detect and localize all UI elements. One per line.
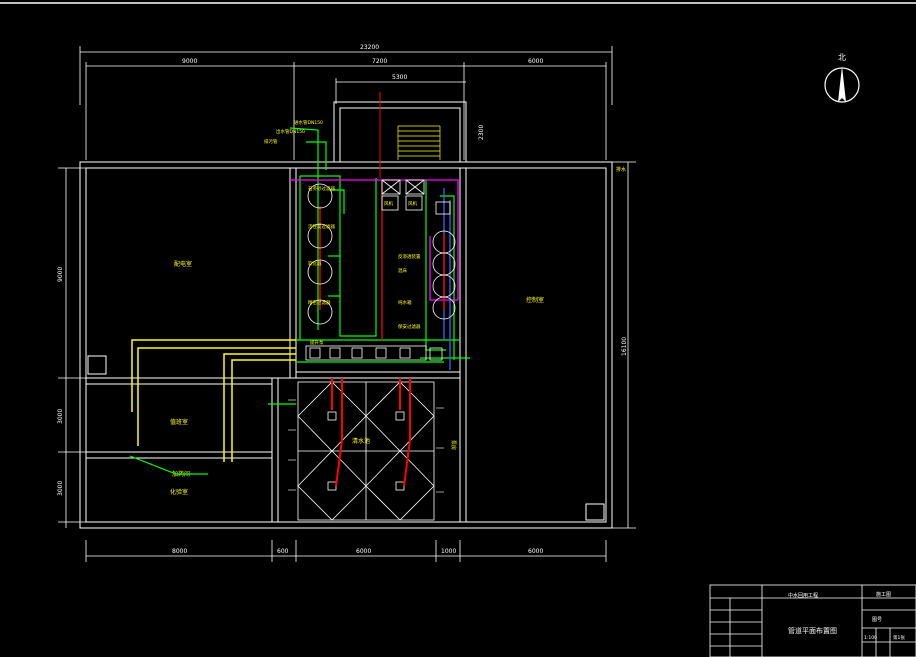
dim-bottom-left: 8000 [172, 548, 187, 555]
stairs [397, 125, 441, 160]
label-inlet-2: 出水管DN150 [276, 128, 305, 135]
left-dimensions [58, 167, 86, 528]
title-sheet: 第1张 [893, 634, 905, 641]
dim-left-lower: 3000 [57, 481, 64, 496]
dim-top-middle: 7200 [372, 58, 387, 65]
dim-total-width: 23200 [360, 44, 379, 51]
label-fan-2: 风机 [408, 200, 417, 207]
dim-stair-width: 5300 [392, 74, 407, 81]
dim-top-left: 9000 [182, 58, 197, 65]
dim-right-total: 16100 [621, 337, 628, 356]
dim-bottom-gap-left: 600 [277, 548, 289, 555]
room-bottom-center: 清水池 [352, 437, 370, 445]
water-tank-grid [297, 381, 435, 521]
dim-left-middle: 3000 [57, 409, 64, 424]
north-arrow [824, 66, 860, 103]
label-tank-left-2: 活性炭过滤器 [308, 223, 335, 230]
title-drawing-no: 图号 [872, 617, 882, 623]
dim-bottom-middle: 6000 [356, 548, 371, 555]
north-label: 北 [838, 53, 846, 62]
label-tank-left-4: 精密过滤器 [308, 299, 331, 306]
dim-left-upper: 9000 [57, 267, 64, 282]
dim-bottom-right: 6000 [528, 548, 543, 555]
label-tank-left-3: 软化器 [308, 260, 322, 267]
label-fan-1: 风机 [384, 200, 393, 207]
label-pump-row: 提升泵 [310, 339, 324, 346]
drain-label: 排水 [616, 166, 626, 173]
dim-stair-depth: 2300 [478, 125, 485, 140]
room-left-upper: 配电室 [174, 260, 192, 268]
dim-bottom-gap-right: 1000 [441, 548, 456, 555]
label-tank-right-2: 混床 [398, 267, 407, 274]
drawing-title: 管道平面布置图 [788, 626, 837, 635]
label-inlet-1: 进水管DN150 [294, 119, 323, 126]
label-tank-right-3: 纯水箱 [398, 299, 412, 306]
room-right: 控制室 [526, 296, 544, 304]
label-inlet-3: 排污管 [264, 138, 278, 145]
blue-pipes [443, 188, 451, 370]
title-scale: 1:100 [864, 635, 877, 641]
room-left-lower-2: 化验室 [170, 488, 188, 496]
title-company: 中水回用工程 [788, 592, 818, 599]
title-stage: 施工图 [876, 591, 891, 598]
fan-units [381, 179, 451, 215]
label-right-col: 泵房 [450, 440, 457, 450]
yellow-pipes [131, 339, 296, 462]
label-tank-left-1: 石英砂过滤器 [308, 185, 335, 192]
room-left-middle: 值班室 [170, 418, 188, 426]
cad-drawing: 23200 9000 7200 6000 5300 2300 9000 3000… [0, 2, 916, 657]
label-tank-right-1: 反渗透装置 [398, 253, 421, 260]
building-walls [79, 101, 613, 529]
label-tank-right-4: 保安过滤器 [398, 323, 421, 330]
dim-top-right: 6000 [528, 58, 543, 65]
